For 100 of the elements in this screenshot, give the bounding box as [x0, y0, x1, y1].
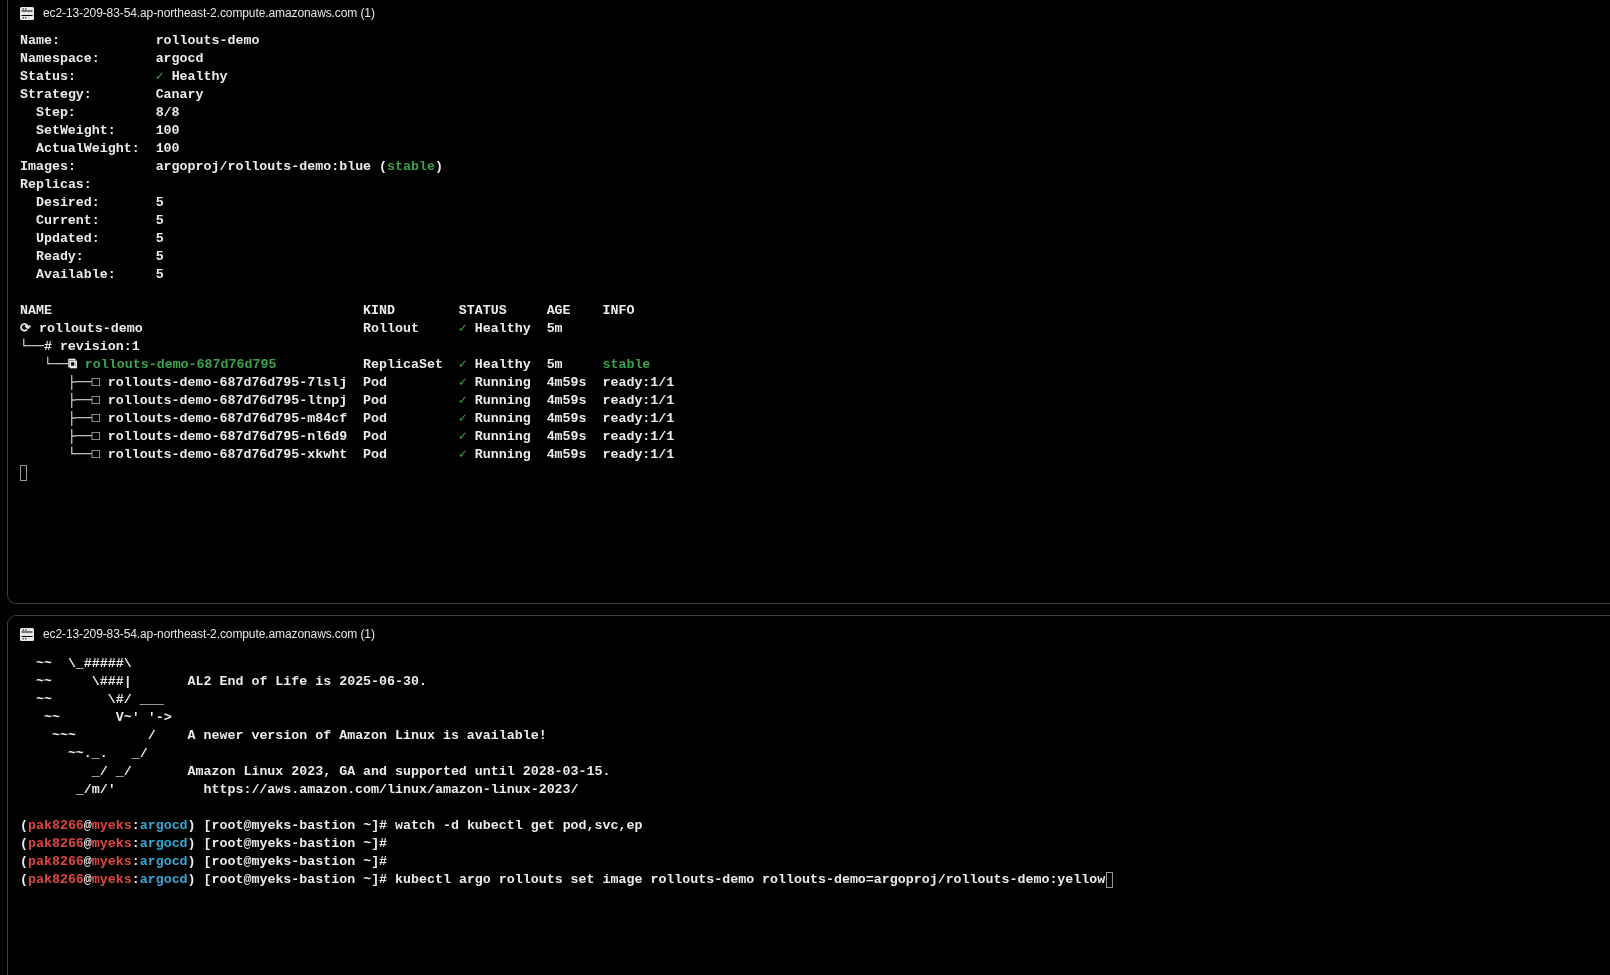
resource-name: rollouts-demo-687d76d795: [84, 356, 277, 374]
server-icon: [20, 6, 34, 20]
field-label: Current:: [35, 212, 101, 230]
table-cell: Healthy: [474, 320, 531, 338]
ascii-art: _/m/': [74, 781, 117, 799]
table-cell: 5m: [546, 320, 563, 338]
column-header: NAME: [20, 302, 52, 320]
table-cell: Pod: [363, 428, 388, 446]
table-cell: Pod: [363, 392, 388, 410]
column-header: KIND: [363, 302, 396, 320]
table-cell: stable: [602, 356, 651, 374]
field-label: Available:: [35, 266, 117, 284]
column-header: INFO: [602, 302, 635, 320]
prompt-text: @: [83, 853, 92, 871]
prompt-text: ): [187, 871, 196, 889]
ascii-art: ~~._. _/: [66, 745, 149, 763]
tab-title[interactable]: ec2-13-209-83-54.ap-northeast-2.compute.amazonaws.com (1): [43, 6, 375, 20]
resource-name: rollouts-demo-687d76d795-ltnpj: [107, 392, 348, 410]
field-value: Canary: [155, 86, 204, 104]
check-mark: ✓: [458, 392, 467, 410]
column-header: AGE: [546, 302, 571, 320]
table-cell: Healthy: [474, 356, 531, 374]
check-mark: ✓: [458, 374, 467, 392]
field-value: stable: [387, 158, 435, 176]
prompt-text: pak8266: [28, 817, 84, 835]
prompt-text: argocd: [139, 817, 188, 835]
table-cell: 4m59s: [546, 428, 587, 446]
table-cell: Pod: [363, 374, 388, 392]
prompt-text: (: [20, 817, 28, 835]
field-value: 5: [155, 230, 164, 248]
field-label: Updated:: [35, 230, 101, 248]
prompt-text: :: [131, 871, 140, 889]
field-value: 100: [155, 122, 180, 140]
field-label: ActualWeight:: [35, 140, 141, 158]
field-label: Ready:: [35, 248, 85, 266]
field-label: Name:: [20, 32, 61, 50]
field-label: Replicas:: [20, 176, 93, 194]
field-value: ✓: [155, 68, 164, 86]
ascii-art: ~~ \#/ ___: [34, 691, 165, 709]
prompt-text: :: [131, 817, 140, 835]
prompt-text: :: [131, 835, 140, 853]
ascii-art: ~~ \###|: [34, 673, 133, 691]
tree-branch: ⟳: [20, 320, 31, 338]
field-value: argocd: [155, 50, 204, 68]
table-cell: Rollout: [363, 320, 419, 338]
prompt-text: @: [83, 835, 92, 853]
command-text: kubectl argo rollouts set image rollouts-demo rollouts-demo=argoproj/rollouts-demo:yellow: [395, 871, 1106, 889]
prompt-text: argocd: [139, 835, 188, 853]
table-cell: ready:1/1: [602, 392, 675, 410]
tab-title[interactable]: ec2-13-209-83-54.ap-northeast-2.compute.amazonaws.com (1): [43, 627, 375, 641]
table-cell: ready:1/1: [602, 446, 675, 464]
prompt-text: pak8266: [28, 853, 84, 871]
prompt-text: ): [187, 853, 196, 871]
field-label: Strategy:: [20, 86, 93, 104]
server-icon: [20, 627, 34, 641]
prompt-text: myeks: [91, 871, 132, 889]
prompt-text: @: [83, 817, 92, 835]
shell-prompt: [root@myeks-bastion ~]#: [203, 871, 388, 889]
table-cell: Running: [474, 374, 531, 392]
shell-prompt: [root@myeks-bastion ~]#: [203, 817, 388, 835]
prompt-text: :: [131, 853, 140, 871]
field-label: Status:: [20, 68, 77, 86]
tree-branch: └──□: [67, 446, 100, 464]
field-value: argoproj/rollouts-demo:blue (: [155, 158, 388, 176]
prompt-text: (: [20, 871, 28, 889]
field-value: ): [434, 158, 443, 176]
check-mark: ✓: [458, 356, 467, 374]
field-value: 5: [155, 194, 164, 212]
field-label: Images:: [20, 158, 77, 176]
prompt-text: argocd: [139, 853, 188, 871]
tree-branch: ├──□: [67, 392, 100, 410]
table-cell: ready:1/1: [602, 428, 675, 446]
prompt-text: @: [83, 871, 92, 889]
motd-message: AL2 End of Life is 2025-06-30.: [187, 673, 427, 691]
tree-branch: ├──□: [67, 428, 100, 446]
resource-name: rollouts-demo-687d76d795-nl6d9: [107, 428, 348, 446]
table-cell: Running: [474, 410, 531, 428]
check-mark: ✓: [458, 320, 467, 338]
field-value: 5: [155, 266, 164, 284]
prompt-text: pak8266: [28, 871, 84, 889]
field-label: Desired:: [35, 194, 101, 212]
check-mark: ✓: [458, 446, 467, 464]
tree-branch: ├──□: [67, 410, 100, 428]
ascii-art: _/ _/: [90, 763, 133, 781]
table-cell: 4m59s: [546, 392, 587, 410]
table-cell: Running: [474, 428, 531, 446]
table-cell: 4m59s: [546, 410, 587, 428]
ascii-art: ~~ V~' '->: [42, 709, 173, 727]
tree-branch: └──#: [20, 338, 52, 356]
field-label: Step:: [35, 104, 77, 122]
check-mark: ✓: [458, 410, 467, 428]
shell-prompt: [root@myeks-bastion ~]#: [203, 853, 388, 871]
table-cell: 4m59s: [546, 374, 587, 392]
field-value: 5: [155, 248, 164, 266]
motd-message: Amazon Linux 2023, GA and supported until 2028-03-15.: [187, 763, 611, 781]
tree-branch: ├──□: [67, 374, 100, 392]
table-cell: Running: [474, 446, 531, 464]
resource-name: rollouts-demo-687d76d795-xkwht: [107, 446, 348, 464]
prompt-text: (: [20, 835, 28, 853]
command-text: watch -d kubectl get pod,svc,ep: [395, 817, 643, 835]
